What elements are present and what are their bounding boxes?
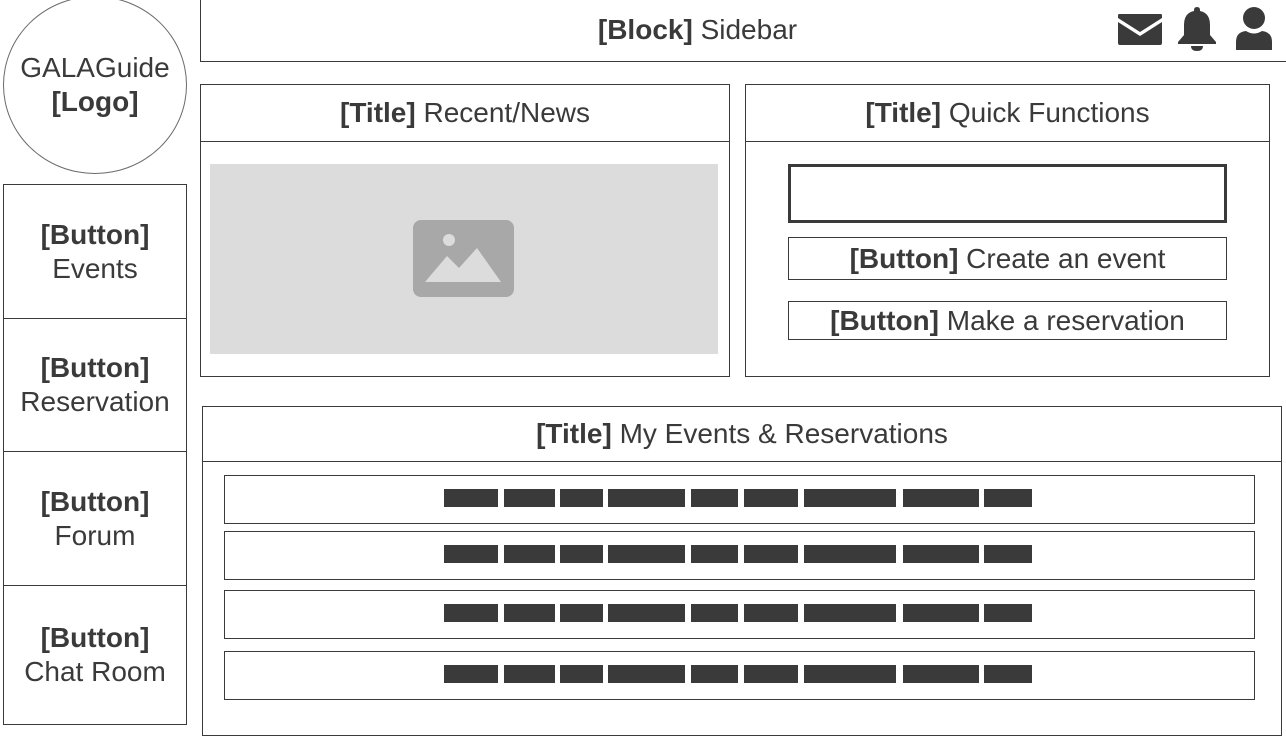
text-placeholder-block bbox=[608, 545, 685, 563]
text-placeholder-block bbox=[984, 489, 1032, 507]
bell-icon[interactable] bbox=[1174, 6, 1220, 52]
text-placeholder-block bbox=[691, 604, 738, 622]
table-row[interactable] bbox=[224, 590, 1255, 639]
text-placeholder-block bbox=[444, 545, 498, 563]
text-placeholder-block bbox=[560, 665, 603, 683]
sidebar-item-label: Chat Room bbox=[24, 656, 166, 687]
image-placeholder-icon bbox=[413, 220, 514, 297]
logo[interactable]: GALAGuide [Logo] bbox=[3, 0, 187, 174]
text-placeholder-block bbox=[984, 545, 1032, 563]
title-text: My Events & Reservations bbox=[619, 418, 948, 449]
table-row[interactable] bbox=[224, 531, 1255, 580]
text-placeholder-block bbox=[444, 665, 498, 683]
header-text: Sidebar bbox=[700, 14, 798, 45]
text-placeholder-block bbox=[504, 665, 555, 683]
title-text: Recent/News bbox=[423, 97, 590, 128]
news-image-placeholder[interactable] bbox=[210, 164, 718, 354]
text-placeholder-block bbox=[903, 604, 979, 622]
logo-tag: [Logo] bbox=[51, 86, 139, 117]
text-placeholder-block bbox=[984, 665, 1032, 683]
header-tag: [Block] bbox=[597, 14, 693, 45]
text-placeholder-block bbox=[903, 545, 979, 563]
table-row[interactable] bbox=[224, 475, 1255, 524]
text-placeholder-block bbox=[444, 604, 498, 622]
sidebar-item-events[interactable]: [Button] Events bbox=[3, 184, 187, 319]
text-placeholder-block bbox=[691, 545, 738, 563]
text-placeholder-block bbox=[903, 665, 979, 683]
text-placeholder-block bbox=[744, 665, 798, 683]
button-label: Make a reservation bbox=[946, 304, 1185, 336]
text-placeholder-block bbox=[504, 604, 555, 622]
title-text: Quick Functions bbox=[948, 97, 1150, 128]
panel-title: [Title] My Events & Reservations bbox=[203, 407, 1281, 462]
quick-input[interactable] bbox=[788, 164, 1227, 223]
sidebar-item-label: Forum bbox=[54, 519, 136, 551]
user-icon[interactable] bbox=[1231, 6, 1277, 52]
text-placeholder-block bbox=[608, 665, 685, 683]
text-placeholder-block bbox=[504, 545, 555, 563]
sidebar-item-tag: [Button] bbox=[40, 622, 150, 653]
make-reservation-button[interactable]: [Button] Make a reservation bbox=[788, 301, 1227, 340]
text-placeholder-block bbox=[560, 545, 603, 563]
text-placeholder-block bbox=[804, 489, 896, 507]
sidebar-item-tag: [Button] bbox=[40, 485, 150, 517]
text-placeholder-block bbox=[903, 489, 979, 507]
panel-title: [Title] Quick Functions bbox=[746, 85, 1269, 142]
sidebar-item-tag: [Button] bbox=[40, 218, 150, 250]
text-placeholder-block bbox=[560, 489, 603, 507]
text-placeholder-block bbox=[691, 665, 738, 683]
envelope-icon[interactable] bbox=[1117, 6, 1163, 52]
button-tag: [Button] bbox=[830, 304, 939, 336]
sidebar-item-forum[interactable]: [Button] Forum bbox=[3, 451, 187, 586]
text-placeholder-block bbox=[984, 604, 1032, 622]
text-placeholder-block bbox=[744, 545, 798, 563]
text-placeholder-block bbox=[691, 489, 738, 507]
title-tag: [Title] bbox=[340, 97, 416, 128]
sidebar-item-tag: [Button] bbox=[40, 352, 150, 383]
title-tag: [Title] bbox=[536, 418, 612, 449]
text-placeholder-block bbox=[560, 604, 603, 622]
table-row[interactable] bbox=[224, 651, 1255, 700]
sidebar-item-chat-room[interactable]: [Button] Chat Room bbox=[3, 585, 187, 725]
text-placeholder-block bbox=[608, 489, 685, 507]
text-placeholder-block bbox=[804, 604, 896, 622]
logo-name: GALAGuide bbox=[20, 52, 170, 83]
create-event-button[interactable]: [Button] Create an event bbox=[788, 237, 1227, 280]
text-placeholder-block bbox=[608, 604, 685, 622]
button-label: Create an event bbox=[966, 242, 1166, 274]
text-placeholder-block bbox=[804, 545, 896, 563]
sidebar-item-reservation[interactable]: [Button] Reservation bbox=[3, 318, 187, 452]
sidebar-item-label: Reservation bbox=[20, 386, 170, 417]
text-placeholder-block bbox=[804, 665, 896, 683]
text-placeholder-block bbox=[504, 489, 555, 507]
sidebar-item-label: Events bbox=[52, 252, 138, 284]
header-title: [Block] Sidebar bbox=[598, 14, 797, 46]
panel-title: [Title] Recent/News bbox=[201, 85, 729, 142]
text-placeholder-block bbox=[444, 489, 498, 507]
title-tag: [Title] bbox=[865, 97, 942, 128]
button-tag: [Button] bbox=[849, 242, 959, 274]
text-placeholder-block bbox=[744, 604, 798, 622]
text-placeholder-block bbox=[744, 489, 798, 507]
